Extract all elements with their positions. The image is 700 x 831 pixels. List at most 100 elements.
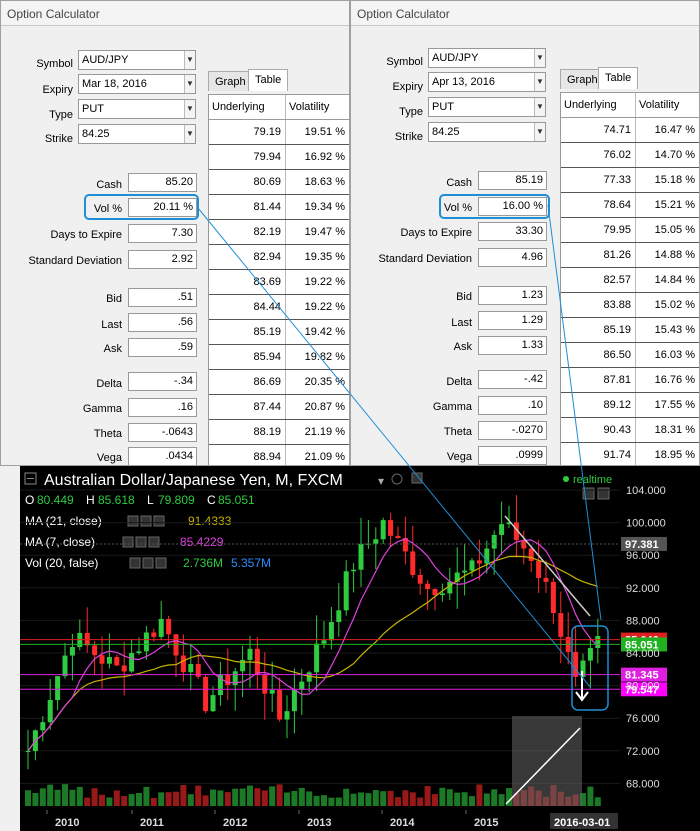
expiry-combo[interactable]: Apr 13, 2016 ▼ <box>428 72 546 92</box>
chevron-down-icon[interactable]: ▾ <box>378 474 384 488</box>
chevron-down-icon[interactable]: ▼ <box>184 100 195 118</box>
ma21-label[interactable]: MA (21, close) <box>25 514 102 528</box>
last-field[interactable]: .56 <box>128 313 197 332</box>
cash-field[interactable]: 85.19 <box>478 171 547 190</box>
table-row[interactable]: 91.74 18.95 % <box>561 442 699 465</box>
last-field[interactable]: 1.29 <box>478 311 547 330</box>
table-row[interactable]: 88.19 21.19 % <box>209 419 349 445</box>
volatility-cell: 15.43 % <box>635 317 699 343</box>
symbol-combo[interactable]: AUD/JPY ▼ <box>78 50 196 70</box>
std-field[interactable]: 4.96 <box>478 248 547 267</box>
type-combo[interactable]: PUT ▼ <box>78 99 196 119</box>
gamma-field[interactable]: .10 <box>478 396 547 415</box>
table-row[interactable]: 87.81 16.76 % <box>561 367 699 393</box>
candle-body <box>291 689 297 712</box>
table-row[interactable]: 74.71 16.47 % <box>561 117 699 143</box>
expiry-combo[interactable]: Mar 18, 2016 ▼ <box>78 74 196 94</box>
cash-field[interactable]: 85.20 <box>128 173 197 192</box>
last-label: Last <box>101 319 122 331</box>
table-row[interactable]: 85.19 19.42 % <box>209 319 349 345</box>
volatility-cell: 21.19 % <box>285 419 349 445</box>
volume-bar <box>202 795 209 806</box>
table-row[interactable]: 80.69 18.63 % <box>209 169 349 195</box>
table-row[interactable]: 83.88 15.02 % <box>561 292 699 318</box>
chevron-down-icon[interactable]: ▼ <box>534 123 545 141</box>
table-row[interactable]: 79.94 16.92 % <box>209 144 349 170</box>
delta-field[interactable]: -.42 <box>478 370 547 389</box>
table-row[interactable]: 86.50 16.03 % <box>561 342 699 368</box>
table-body: 79.19 19.51 % 79.94 16.92 % 80.69 18.63 % 81.4… <box>209 119 349 465</box>
table-row[interactable]: 85.94 19.82 % <box>209 344 349 370</box>
table-row[interactable]: 87.44 20.87 % <box>209 394 349 420</box>
ohlc-l-label: L <box>147 493 154 507</box>
vega-field[interactable]: .0434 <box>128 447 197 465</box>
vol-indicator-label[interactable]: Vol (20, false) <box>25 556 98 570</box>
candle-body <box>373 539 379 544</box>
table-row[interactable]: 82.94 19.35 % <box>209 244 349 270</box>
ask-field[interactable]: .59 <box>128 338 197 357</box>
chevron-down-icon[interactable]: ▼ <box>534 73 545 91</box>
table-row[interactable]: 90.43 18.31 % <box>561 417 699 443</box>
table-row[interactable]: 84.44 19.22 % <box>209 294 349 320</box>
volume-bar <box>232 788 239 806</box>
type-combo[interactable]: PUT ▼ <box>428 97 546 117</box>
candle-body <box>432 589 438 596</box>
theta-field[interactable]: -.0643 <box>128 423 197 442</box>
volume-bar <box>291 790 298 806</box>
table-row[interactable]: 82.19 19.47 % <box>209 219 349 245</box>
table-row[interactable]: 81.44 19.34 % <box>209 194 349 220</box>
chevron-down-icon[interactable]: ▼ <box>184 125 195 143</box>
days-field[interactable]: 7.30 <box>128 224 197 243</box>
candle-body <box>321 640 327 644</box>
table-row[interactable]: 77.33 15.18 % <box>561 167 699 193</box>
price-chart-svg[interactable]: Australian Dollar/Japanese Yen, M, FXCM … <box>20 466 700 831</box>
chevron-down-icon[interactable]: ▼ <box>184 75 195 93</box>
candle-body <box>299 681 305 690</box>
chevron-down-icon[interactable]: ▼ <box>534 49 545 67</box>
underlying-cell: 86.69 <box>209 369 286 395</box>
table-row[interactable]: 76.02 14.70 % <box>561 142 699 168</box>
volume-bar <box>69 789 76 806</box>
chevron-down-icon[interactable]: ▼ <box>534 98 545 116</box>
table-row[interactable]: 88.94 21.09 % <box>209 444 349 465</box>
table-row[interactable]: 79.95 15.05 % <box>561 217 699 243</box>
ask-label: Ask <box>453 341 472 353</box>
price-tick-label: 80.000 <box>626 681 660 693</box>
close-icon[interactable] <box>411 472 423 484</box>
theta-field[interactable]: -.0270 <box>478 421 547 440</box>
volume-bar <box>432 794 438 806</box>
strike-combo[interactable]: 84.25 ▼ <box>78 124 196 144</box>
table-row[interactable]: 78.64 15.21 % <box>561 192 699 218</box>
table-row[interactable]: 83.69 19.22 % <box>209 269 349 295</box>
cash-label: Cash <box>96 179 122 191</box>
volatility-cell: 19.34 % <box>285 194 349 220</box>
table-row[interactable]: 82.57 14.84 % <box>561 267 699 293</box>
delta-field[interactable]: -.34 <box>128 372 197 391</box>
table-row[interactable]: 86.69 20.35 % <box>209 369 349 395</box>
candle-body <box>143 632 149 652</box>
cash-label: Cash <box>446 177 472 189</box>
table-row[interactable]: 79.19 19.51 % <box>209 119 349 145</box>
tab-graph[interactable]: Graph <box>208 71 253 91</box>
bid-field[interactable]: .51 <box>128 288 197 307</box>
std-field[interactable]: 2.92 <box>128 250 197 269</box>
volume-bar <box>195 785 202 806</box>
table-row[interactable]: 85.19 15.43 % <box>561 317 699 343</box>
strike-combo[interactable]: 84.25 ▼ <box>428 122 546 142</box>
chevron-down-icon[interactable]: ▼ <box>184 51 195 69</box>
gamma-field[interactable]: .16 <box>128 398 197 417</box>
tab-table[interactable]: Table <box>248 69 289 91</box>
price-tick-label: 96.000 <box>626 550 660 562</box>
std-label: Standard Deviation <box>28 255 122 267</box>
realtime-label: realtime <box>573 474 612 486</box>
table-row[interactable]: 89.12 17.55 % <box>561 392 699 418</box>
ask-field[interactable]: 1.33 <box>478 336 547 355</box>
bid-field[interactable]: 1.23 <box>478 286 547 305</box>
vega-field[interactable]: .0999 <box>478 446 547 465</box>
table-row[interactable]: 81.26 14.88 % <box>561 242 699 268</box>
ma7-label[interactable]: MA (7, close) <box>25 535 95 549</box>
volume-bar <box>424 786 431 806</box>
symbol-combo[interactable]: AUD/JPY ▼ <box>428 48 546 68</box>
days-field[interactable]: 33.30 <box>478 222 547 241</box>
tab-table[interactable]: Table <box>598 67 639 89</box>
